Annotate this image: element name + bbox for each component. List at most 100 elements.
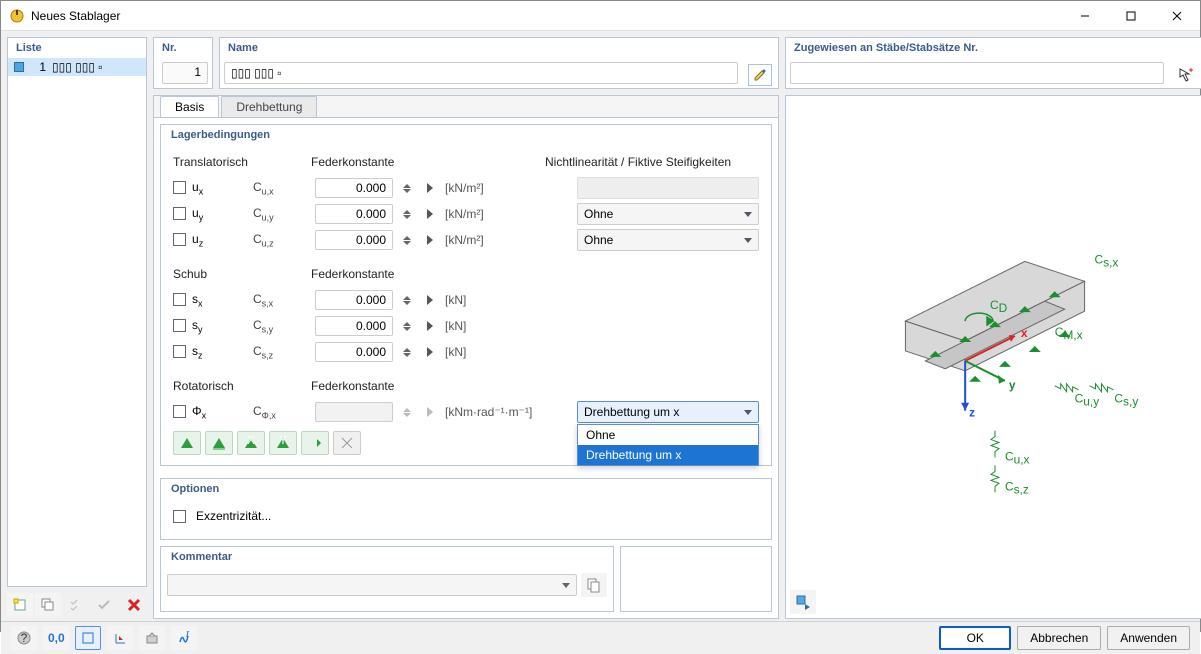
extra-phix [427, 407, 433, 417]
chk-sx[interactable] [173, 293, 186, 306]
lbl-uy: uy [192, 206, 203, 222]
extra-ux[interactable] [427, 183, 433, 193]
fk-ux: Cu,x [253, 180, 305, 196]
list-box[interactable]: 1 ▯▯▯ ▯▯▯ ▫ [8, 58, 146, 586]
tab-basis[interactable]: Basis [160, 96, 219, 117]
chk-sz[interactable] [173, 345, 186, 358]
fk-phix: CΦ,x [253, 404, 305, 420]
close-button[interactable] [1154, 1, 1200, 31]
svg-text:0,00: 0,00 [48, 631, 65, 645]
fk-uz: Cu,z [253, 232, 305, 248]
spin-uy[interactable] [403, 204, 415, 224]
svg-text:z: z [969, 406, 975, 420]
list-item-name: ▯▯▯ ▯▯▯ ▫ [52, 60, 126, 74]
lbl-ux: ux [192, 180, 203, 196]
view-1-button[interactable] [75, 626, 101, 650]
support-preset-4[interactable]: Y [269, 431, 297, 455]
new-button[interactable] [7, 593, 33, 617]
apply-button[interactable]: Anwenden [1107, 626, 1190, 650]
support-preset-none[interactable] [333, 431, 361, 455]
col-feder2: Federkonstante [311, 261, 545, 283]
chk-sy[interactable] [173, 319, 186, 332]
val-ux[interactable]: 0.000 [315, 178, 393, 198]
support-preset-1[interactable] [173, 431, 201, 455]
chk-uz[interactable] [173, 233, 186, 246]
val-uz[interactable]: 0.000 [315, 230, 393, 250]
spin-sz[interactable] [403, 342, 415, 362]
support-preset-3[interactable]: X [237, 431, 265, 455]
nl-uy[interactable]: Ohne [577, 203, 759, 225]
lager-title: Lagerbedingungen [161, 125, 771, 145]
svg-text:?: ? [21, 631, 28, 645]
spin-ux[interactable] [403, 178, 415, 198]
col-schub: Schub [173, 261, 311, 283]
list-item-num: 1 [30, 60, 46, 74]
svg-text:Y: Y [279, 436, 287, 447]
col-nl: Nichtlinearität / Fiktive Steifigkeiten [545, 149, 731, 171]
spin-sx[interactable] [403, 290, 415, 310]
assign-input[interactable] [790, 62, 1164, 84]
spin-uz[interactable] [403, 230, 415, 250]
lbl-sx: sx [192, 292, 203, 308]
view-3-button[interactable] [139, 626, 165, 650]
name-input[interactable] [224, 62, 738, 84]
maximize-button[interactable] [1108, 1, 1154, 31]
support-preset-2[interactable] [205, 431, 233, 455]
chk-uy[interactable] [173, 207, 186, 220]
chk-ux[interactable] [173, 181, 186, 194]
nr-title: Nr. [154, 38, 212, 58]
delete-button[interactable] [121, 593, 147, 617]
check-button[interactable] [91, 593, 117, 617]
extra-uy[interactable] [427, 209, 433, 219]
extra-uz[interactable] [427, 235, 433, 245]
spin-sy[interactable] [403, 316, 415, 336]
kommentar-title: Kommentar [161, 547, 613, 567]
kommentar-library-button[interactable] [581, 573, 607, 597]
col-trans: Translatorisch [173, 149, 311, 171]
preview-canvas[interactable]: x y z Cs,x CM,x [786, 96, 1201, 586]
units-button[interactable]: 0,00 [43, 626, 69, 650]
val-sx[interactable]: 0.000 [315, 290, 393, 310]
name-edit-button[interactable] [748, 64, 772, 86]
nl-opt-ohne[interactable]: Ohne [578, 425, 758, 445]
help-button[interactable]: ? [11, 626, 37, 650]
minimize-button[interactable] [1062, 1, 1108, 31]
nl-phix[interactable]: Drehbettung um x [577, 401, 759, 423]
nl-uz[interactable]: Ohne [577, 229, 759, 251]
preview-options-button[interactable] [790, 590, 816, 614]
assign-pick-button[interactable] [1174, 64, 1198, 86]
extra-sx[interactable] [427, 295, 433, 305]
svg-text:Cu,x: Cu,x [1005, 449, 1030, 466]
chk-exz[interactable] [173, 510, 186, 523]
val-sy[interactable]: 0.000 [315, 316, 393, 336]
cancel-button[interactable]: Abbrechen [1017, 626, 1101, 650]
unit-phix: [kNm·rad⁻¹·m⁻¹] [445, 405, 555, 419]
view-2-button[interactable] [107, 626, 133, 650]
ok-button[interactable]: OK [939, 626, 1011, 650]
chk-phix[interactable] [173, 405, 186, 418]
nl-ux [577, 177, 759, 199]
extra-sy[interactable] [427, 321, 433, 331]
extra-sz[interactable] [427, 347, 433, 357]
lbl-uz: uz [192, 232, 203, 248]
lbl-phix: Φx [192, 404, 206, 420]
nr-field[interactable]: 1 [162, 62, 208, 84]
unit-uz: [kN/m²] [445, 233, 555, 247]
list-item[interactable]: 1 ▯▯▯ ▯▯▯ ▫ [8, 58, 146, 76]
checklist-button[interactable] [63, 593, 89, 617]
spin-phix [403, 402, 415, 422]
val-sz[interactable]: 0.000 [315, 342, 393, 362]
val-uy[interactable]: 0.000 [315, 204, 393, 224]
support-preset-5[interactable] [301, 431, 329, 455]
kommentar-input[interactable] [167, 574, 577, 596]
window-title: Neues Stablager [31, 9, 1062, 23]
list-bullet-icon [14, 62, 24, 72]
tab-drehbettung[interactable]: Drehbettung [221, 96, 317, 117]
copy-button[interactable] [35, 593, 61, 617]
view-4-button[interactable]: f [171, 626, 197, 650]
nl-phix-dropdown[interactable]: Ohne Drehbettung um x [577, 424, 759, 466]
nl-opt-drehbettung[interactable]: Drehbettung um x [578, 445, 758, 465]
name-title: Name [220, 38, 778, 58]
optionen-title: Optionen [161, 479, 771, 499]
svg-text:CM,x: CM,x [1055, 325, 1083, 342]
